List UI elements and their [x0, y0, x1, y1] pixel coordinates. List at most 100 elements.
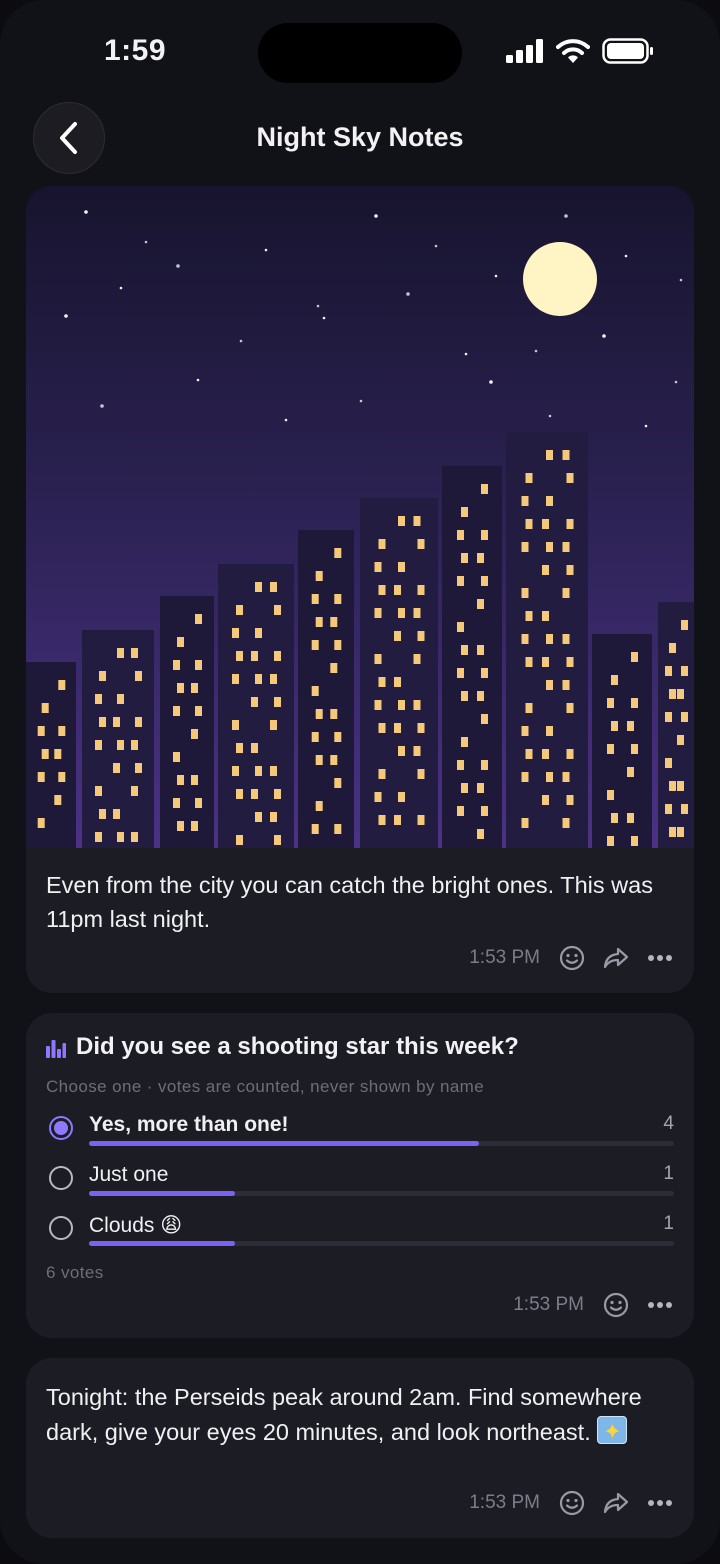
radio-selected[interactable] — [49, 1116, 73, 1140]
smiley-icon — [559, 945, 585, 971]
lit-window — [417, 815, 425, 825]
lit-window — [477, 691, 484, 701]
lit-window — [131, 648, 138, 658]
poll-option[interactable]: Clouds 😩 1 — [46, 1213, 674, 1259]
poll-option-label: Clouds 😩 — [89, 1214, 183, 1237]
smiley-icon — [559, 1490, 585, 1516]
lit-window — [546, 772, 553, 782]
lit-window — [255, 582, 262, 592]
more-options-button[interactable] — [646, 1489, 674, 1517]
more-icon — [648, 1302, 672, 1308]
lit-window — [58, 726, 66, 736]
lit-window — [374, 700, 382, 710]
lit-window — [525, 703, 533, 713]
lit-window — [566, 519, 574, 529]
lit-window — [315, 571, 323, 581]
lit-window — [521, 588, 529, 598]
lit-window — [117, 694, 124, 704]
lit-window — [417, 723, 425, 733]
react-emoji-button[interactable] — [602, 1291, 630, 1319]
lit-window — [173, 706, 180, 716]
more-options-button[interactable] — [646, 1291, 674, 1319]
lit-window — [461, 737, 468, 747]
star — [196, 378, 200, 382]
react-emoji-button[interactable] — [558, 944, 586, 972]
lit-window — [378, 585, 386, 595]
lit-window — [378, 769, 386, 779]
share-button[interactable] — [602, 1489, 630, 1517]
lit-window — [562, 818, 570, 828]
poll-option[interactable]: Yes, more than one! 4 — [46, 1113, 674, 1159]
lit-window — [665, 804, 672, 814]
lit-window — [562, 588, 570, 598]
star — [144, 240, 148, 244]
lit-window — [274, 789, 281, 799]
lit-window — [461, 645, 468, 655]
lit-window — [274, 651, 281, 661]
moon — [523, 242, 597, 316]
poll-option[interactable]: Just one 1 — [46, 1163, 674, 1209]
react-emoji-button[interactable] — [558, 1489, 586, 1517]
lit-window — [461, 783, 468, 793]
lit-window — [562, 542, 570, 552]
lit-window — [521, 634, 529, 644]
poll-option-label: Just one — [89, 1163, 169, 1186]
radio-unselected[interactable] — [49, 1166, 73, 1190]
lit-window — [457, 576, 464, 586]
lit-window — [525, 473, 533, 483]
star — [564, 214, 568, 218]
photo-message-card[interactable]: Even from the city you can catch the bri… — [26, 186, 694, 993]
lit-window — [99, 717, 106, 727]
lit-window — [236, 789, 243, 799]
share-button[interactable] — [602, 944, 630, 972]
star — [602, 334, 606, 338]
lit-window — [398, 792, 405, 802]
lit-window — [669, 689, 676, 699]
lit-window — [562, 634, 570, 644]
lit-window — [191, 729, 198, 739]
lit-window — [334, 732, 342, 742]
lit-window — [669, 781, 676, 791]
poll-bar-track — [89, 1191, 674, 1196]
lit-window — [521, 818, 529, 828]
lit-window — [330, 709, 338, 719]
lit-window — [315, 617, 323, 627]
lit-window — [232, 766, 239, 776]
lit-window — [177, 775, 184, 785]
radio-unselected[interactable] — [49, 1216, 73, 1240]
lit-window — [177, 637, 184, 647]
text-message-card[interactable]: Tonight: the Perseids peak around 2am. F… — [26, 1358, 694, 1538]
share-icon — [603, 947, 629, 969]
lit-window — [232, 720, 239, 730]
lit-window — [477, 829, 484, 839]
lit-window — [315, 801, 323, 811]
lit-window — [562, 772, 570, 782]
lit-window — [542, 795, 549, 805]
lit-window — [461, 507, 468, 517]
lit-window — [681, 666, 688, 676]
lit-window — [270, 674, 277, 684]
more-options-button[interactable] — [646, 944, 674, 972]
lit-window — [374, 562, 382, 572]
lit-window — [607, 744, 614, 754]
poll-option-count: 1 — [663, 1213, 674, 1234]
poll-option-label: Yes, more than one! — [89, 1113, 289, 1136]
night-city-photo[interactable] — [26, 186, 694, 848]
star — [284, 418, 288, 422]
star — [239, 339, 243, 343]
lit-window — [274, 835, 281, 845]
lit-window — [607, 790, 614, 800]
star — [674, 380, 678, 384]
lit-window — [477, 645, 484, 655]
lit-window — [330, 755, 338, 765]
lit-window — [413, 746, 421, 756]
lit-window — [270, 582, 277, 592]
star — [359, 399, 363, 403]
lit-window — [611, 721, 618, 731]
lit-window — [177, 683, 184, 693]
lit-window — [270, 766, 277, 776]
star — [548, 414, 552, 418]
lit-window — [330, 617, 338, 627]
poll-bar-track — [89, 1141, 674, 1146]
lit-window — [113, 809, 120, 819]
